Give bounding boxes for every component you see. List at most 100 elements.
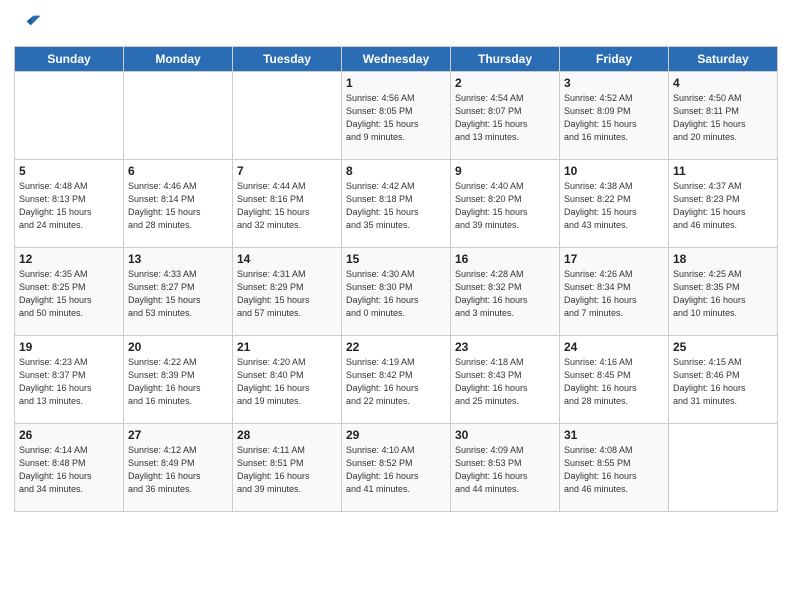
- cell-info: Sunrise: 4:19 AM Sunset: 8:42 PM Dayligh…: [346, 356, 446, 408]
- calendar-cell: 26 Sunrise: 4:14 AM Sunset: 8:48 PM Dayli…: [15, 424, 124, 512]
- cell-info: Sunrise: 4:54 AM Sunset: 8:07 PM Dayligh…: [455, 92, 555, 144]
- calendar-cell: 14 Sunrise: 4:31 AM Sunset: 8:29 PM Dayli…: [233, 248, 342, 336]
- cell-info: Sunrise: 4:15 AM Sunset: 8:46 PM Dayligh…: [673, 356, 773, 408]
- day-number: 15: [346, 252, 446, 266]
- cell-info: Sunrise: 4:52 AM Sunset: 8:09 PM Dayligh…: [564, 92, 664, 144]
- calendar-cell: [233, 72, 342, 160]
- calendar-cell: 1Sunrise: 4:56 AM Sunset: 8:05 PM Daylig…: [342, 72, 451, 160]
- cell-info: Sunrise: 4:28 AM Sunset: 8:32 PM Dayligh…: [455, 268, 555, 320]
- calendar-cell: 8Sunrise: 4:42 AM Sunset: 8:18 PM Daylig…: [342, 160, 451, 248]
- calendar-cell: 10 Sunrise: 4:38 AM Sunset: 8:22 PM Dayli…: [560, 160, 669, 248]
- day-number: 19: [19, 340, 119, 354]
- cell-info: Sunrise: 4:10 AM Sunset: 8:52 PM Dayligh…: [346, 444, 446, 496]
- calendar-table: SundayMondayTuesdayWednesdayThursdayFrid…: [14, 46, 778, 512]
- day-number: 2: [455, 76, 555, 90]
- day-header-friday: Friday: [560, 47, 669, 72]
- day-number: 31: [564, 428, 664, 442]
- cell-info: Sunrise: 4:31 AM Sunset: 8:29 PM Dayligh…: [237, 268, 337, 320]
- cell-info: Sunrise: 4:09 AM Sunset: 8:53 PM Dayligh…: [455, 444, 555, 496]
- calendar-cell: 28Sunrise: 4:11 AM Sunset: 8:51 PM Dayli…: [233, 424, 342, 512]
- cell-info: Sunrise: 4:48 AM Sunset: 8:13 PM Dayligh…: [19, 180, 119, 232]
- calendar-cell: [124, 72, 233, 160]
- day-number: 14: [237, 252, 337, 266]
- calendar-cell: 6 Sunrise: 4:46 AM Sunset: 8:14 PM Daylig…: [124, 160, 233, 248]
- day-number: 5: [19, 164, 119, 178]
- day-number: 26: [19, 428, 119, 442]
- cell-info: Sunrise: 4:26 AM Sunset: 8:34 PM Dayligh…: [564, 268, 664, 320]
- cell-info: Sunrise: 4:12 AM Sunset: 8:49 PM Dayligh…: [128, 444, 228, 496]
- day-number: 4: [673, 76, 773, 90]
- week-row-5: 26 Sunrise: 4:14 AM Sunset: 8:48 PM Dayli…: [15, 424, 778, 512]
- calendar-cell: 30Sunrise: 4:09 AM Sunset: 8:53 PM Dayli…: [451, 424, 560, 512]
- day-number: 29: [346, 428, 446, 442]
- cell-info: Sunrise: 4:50 AM Sunset: 8:11 PM Dayligh…: [673, 92, 773, 144]
- cell-info: Sunrise: 4:20 AM Sunset: 8:40 PM Dayligh…: [237, 356, 337, 408]
- day-number: 23: [455, 340, 555, 354]
- week-row-3: 12 Sunrise: 4:35 AM Sunset: 8:25 PM Dayli…: [15, 248, 778, 336]
- day-number: 12: [19, 252, 119, 266]
- calendar-cell: 22 Sunrise: 4:19 AM Sunset: 8:42 PM Dayli…: [342, 336, 451, 424]
- cell-info: Sunrise: 4:35 AM Sunset: 8:25 PM Dayligh…: [19, 268, 119, 320]
- cell-info: Sunrise: 4:37 AM Sunset: 8:23 PM Dayligh…: [673, 180, 773, 232]
- cell-info: Sunrise: 4:18 AM Sunset: 8:43 PM Dayligh…: [455, 356, 555, 408]
- day-number: 7: [237, 164, 337, 178]
- calendar-cell: 12 Sunrise: 4:35 AM Sunset: 8:25 PM Dayli…: [15, 248, 124, 336]
- week-row-2: 5 Sunrise: 4:48 AM Sunset: 8:13 PM Daylig…: [15, 160, 778, 248]
- day-number: 24: [564, 340, 664, 354]
- day-number: 11: [673, 164, 773, 178]
- cell-info: Sunrise: 4:30 AM Sunset: 8:30 PM Dayligh…: [346, 268, 446, 320]
- calendar-cell: 31 Sunrise: 4:08 AM Sunset: 8:55 PM Dayli…: [560, 424, 669, 512]
- day-number: 1: [346, 76, 446, 90]
- header: [14, 10, 778, 38]
- day-header-tuesday: Tuesday: [233, 47, 342, 72]
- day-number: 18: [673, 252, 773, 266]
- cell-info: Sunrise: 4:25 AM Sunset: 8:35 PM Dayligh…: [673, 268, 773, 320]
- day-number: 27: [128, 428, 228, 442]
- day-header-sunday: Sunday: [15, 47, 124, 72]
- day-number: 20: [128, 340, 228, 354]
- day-header-thursday: Thursday: [451, 47, 560, 72]
- cell-info: Sunrise: 4:42 AM Sunset: 8:18 PM Dayligh…: [346, 180, 446, 232]
- calendar-cell: 20Sunrise: 4:22 AM Sunset: 8:39 PM Dayli…: [124, 336, 233, 424]
- logo-icon: [14, 10, 42, 38]
- calendar-cell: 19 Sunrise: 4:23 AM Sunset: 8:37 PM Dayli…: [15, 336, 124, 424]
- calendar-cell: 13Sunrise: 4:33 AM Sunset: 8:27 PM Dayli…: [124, 248, 233, 336]
- cell-info: Sunrise: 4:14 AM Sunset: 8:48 PM Dayligh…: [19, 444, 119, 496]
- cell-info: Sunrise: 4:16 AM Sunset: 8:45 PM Dayligh…: [564, 356, 664, 408]
- calendar-cell: 3 Sunrise: 4:52 AM Sunset: 8:09 PM Daylig…: [560, 72, 669, 160]
- calendar-cell: 15 Sunrise: 4:30 AM Sunset: 8:30 PM Dayli…: [342, 248, 451, 336]
- calendar-cell: [15, 72, 124, 160]
- day-number: 17: [564, 252, 664, 266]
- logo: [14, 10, 44, 38]
- week-row-1: 1Sunrise: 4:56 AM Sunset: 8:05 PM Daylig…: [15, 72, 778, 160]
- calendar-cell: 17 Sunrise: 4:26 AM Sunset: 8:34 PM Dayli…: [560, 248, 669, 336]
- cell-info: Sunrise: 4:08 AM Sunset: 8:55 PM Dayligh…: [564, 444, 664, 496]
- calendar-cell: 16 Sunrise: 4:28 AM Sunset: 8:32 PM Dayli…: [451, 248, 560, 336]
- cell-info: Sunrise: 4:44 AM Sunset: 8:16 PM Dayligh…: [237, 180, 337, 232]
- calendar-cell: 25 Sunrise: 4:15 AM Sunset: 8:46 PM Dayli…: [669, 336, 778, 424]
- day-number: 6: [128, 164, 228, 178]
- calendar-cell: 29 Sunrise: 4:10 AM Sunset: 8:52 PM Dayli…: [342, 424, 451, 512]
- day-header-saturday: Saturday: [669, 47, 778, 72]
- calendar-cell: 4 Sunrise: 4:50 AM Sunset: 8:11 PM Daylig…: [669, 72, 778, 160]
- day-header-monday: Monday: [124, 47, 233, 72]
- calendar-cell: 21 Sunrise: 4:20 AM Sunset: 8:40 PM Dayli…: [233, 336, 342, 424]
- day-number: 25: [673, 340, 773, 354]
- cell-info: Sunrise: 4:23 AM Sunset: 8:37 PM Dayligh…: [19, 356, 119, 408]
- day-number: 16: [455, 252, 555, 266]
- calendar-cell: 24 Sunrise: 4:16 AM Sunset: 8:45 PM Dayli…: [560, 336, 669, 424]
- calendar-cell: 9 Sunrise: 4:40 AM Sunset: 8:20 PM Daylig…: [451, 160, 560, 248]
- cell-info: Sunrise: 4:46 AM Sunset: 8:14 PM Dayligh…: [128, 180, 228, 232]
- day-number: 3: [564, 76, 664, 90]
- day-number: 9: [455, 164, 555, 178]
- day-number: 22: [346, 340, 446, 354]
- cell-info: Sunrise: 4:38 AM Sunset: 8:22 PM Dayligh…: [564, 180, 664, 232]
- calendar-cell: 2 Sunrise: 4:54 AM Sunset: 8:07 PM Daylig…: [451, 72, 560, 160]
- day-number: 10: [564, 164, 664, 178]
- cell-info: Sunrise: 4:40 AM Sunset: 8:20 PM Dayligh…: [455, 180, 555, 232]
- calendar-cell: 11 Sunrise: 4:37 AM Sunset: 8:23 PM Dayli…: [669, 160, 778, 248]
- day-number: 21: [237, 340, 337, 354]
- calendar-cell: 7 Sunrise: 4:44 AM Sunset: 8:16 PM Daylig…: [233, 160, 342, 248]
- calendar-cell: [669, 424, 778, 512]
- calendar-cell: 18 Sunrise: 4:25 AM Sunset: 8:35 PM Dayli…: [669, 248, 778, 336]
